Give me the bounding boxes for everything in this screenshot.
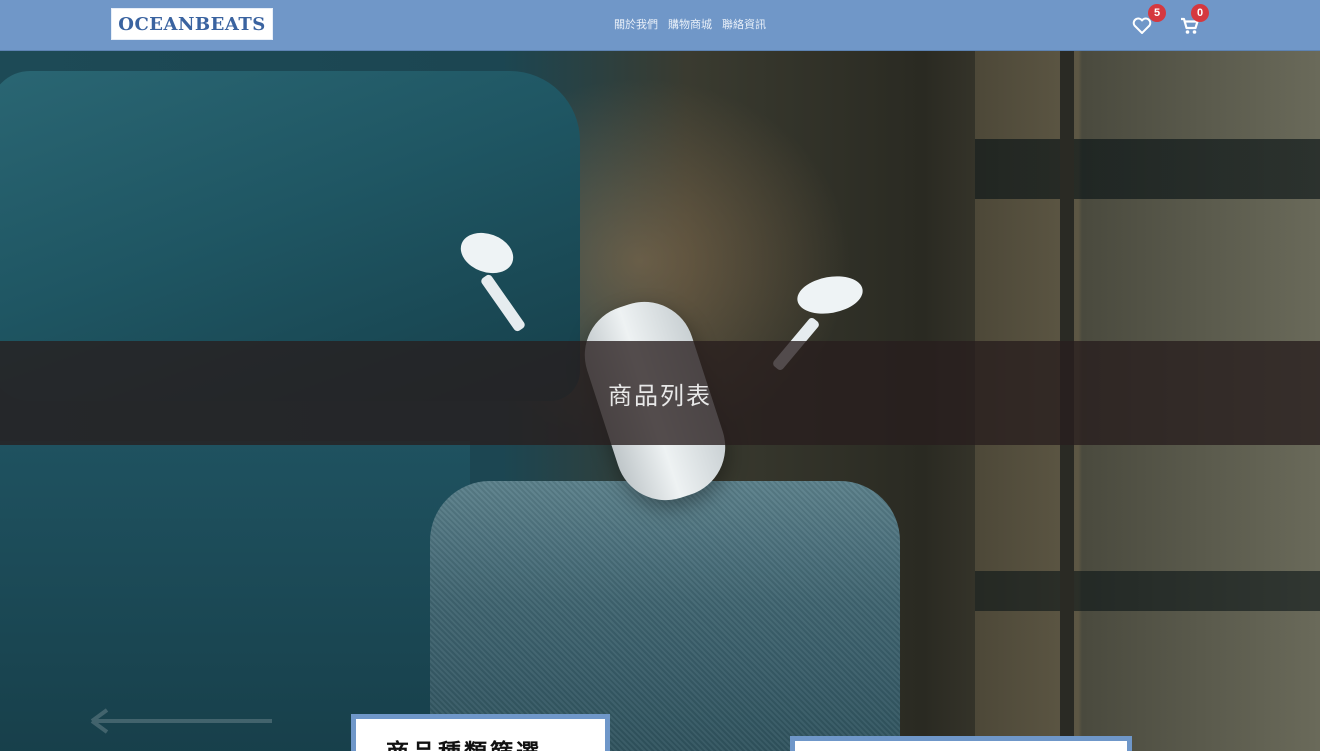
ghost-arrow-icon <box>90 708 272 734</box>
hero-image-sofa <box>0 441 470 751</box>
cart-button[interactable]: 0 <box>1180 4 1210 41</box>
nav-link-about[interactable]: 關於我們 <box>614 15 658 35</box>
nav-link-shop[interactable]: 購物商城 <box>668 15 712 35</box>
cart-count-badge: 0 <box>1191 4 1209 22</box>
hero-image-armrest <box>430 481 900 751</box>
hero-title-band: 商品列表 <box>0 341 1320 445</box>
nav-link-contact[interactable]: 聯絡資訊 <box>722 15 766 35</box>
nav-links: 關於我們 購物商城 聯絡資訊 <box>614 15 766 35</box>
category-filter-card: 商品種類篩選 <box>351 714 610 751</box>
product-list-card <box>790 736 1132 751</box>
top-navbar: OCEANBEATS 關於我們 購物商城 聯絡資訊 5 0 <box>0 0 1320 51</box>
heart-icon <box>1132 17 1152 34</box>
page: OCEANBEATS 關於我們 購物商城 聯絡資訊 5 0 商品列表 <box>0 0 1320 751</box>
hero-image-earbud-right <box>794 271 866 319</box>
wishlist-count-badge: 5 <box>1148 4 1166 22</box>
hero-banner: 商品列表 <box>0 51 1320 751</box>
category-filter-title: 商品種類篩選 <box>386 733 542 751</box>
page-title: 商品列表 <box>608 381 712 410</box>
wishlist-button[interactable]: 5 <box>1132 4 1166 41</box>
brand-logo[interactable]: OCEANBEATS <box>111 8 273 40</box>
